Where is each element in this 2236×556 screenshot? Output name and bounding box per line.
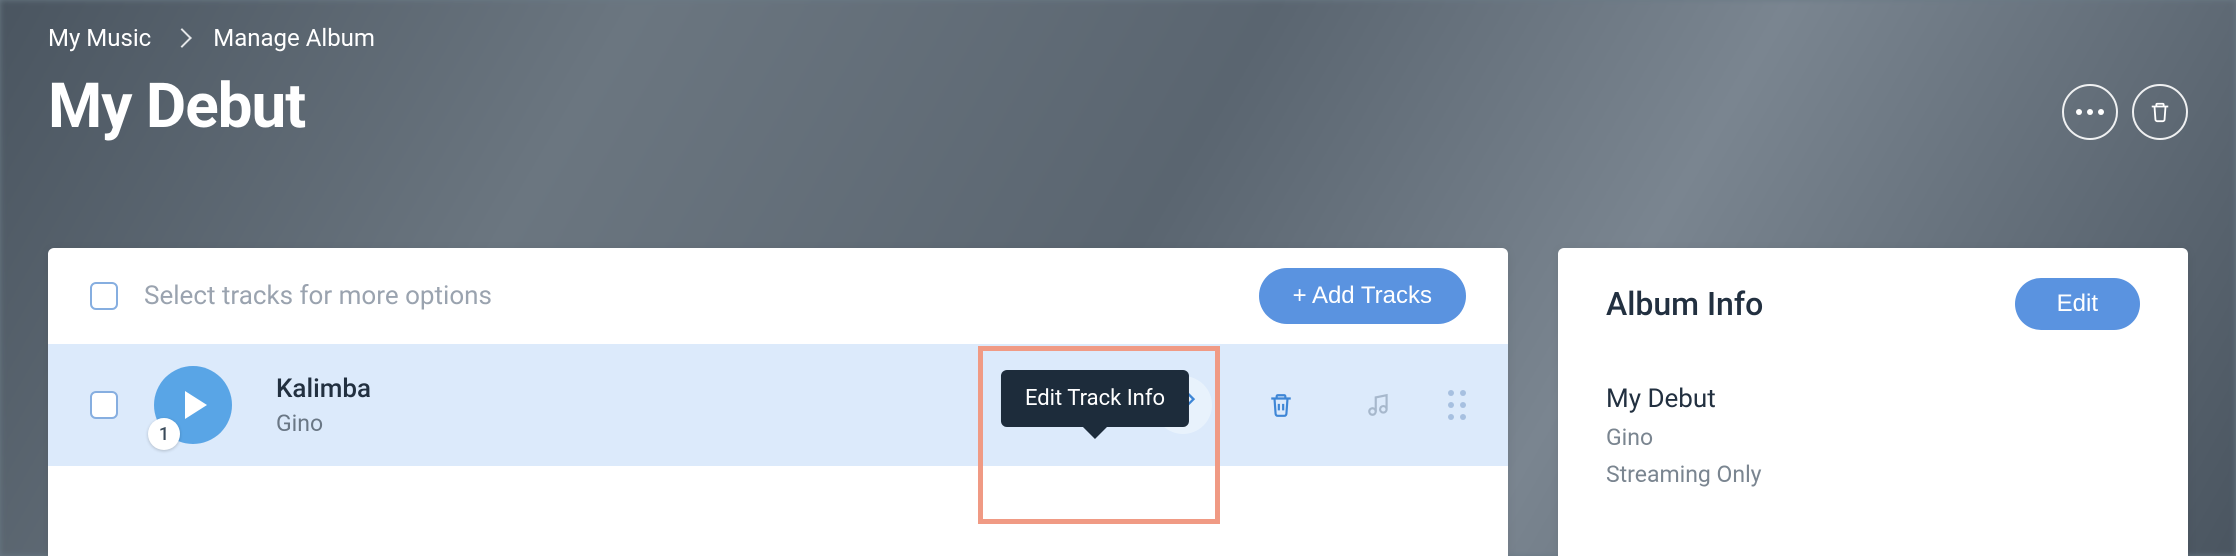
album-name: My Debut bbox=[1606, 384, 2140, 414]
play-wrap: 1 bbox=[154, 366, 232, 444]
select-hint-text: Select tracks for more options bbox=[144, 281, 1259, 311]
album-info-card: Album Info Edit My Debut Gino Streaming … bbox=[1558, 248, 2188, 556]
trash-icon bbox=[2149, 100, 2171, 124]
more-options-button[interactable] bbox=[2062, 84, 2118, 140]
breadcrumb: My Music Manage Album bbox=[48, 24, 2188, 52]
page-title: My Debut bbox=[48, 70, 2188, 143]
edit-album-button[interactable]: Edit bbox=[2015, 278, 2140, 330]
select-all-checkbox[interactable] bbox=[90, 282, 118, 310]
header-actions bbox=[2062, 84, 2188, 140]
chevron-right-icon bbox=[172, 28, 192, 48]
trash-icon bbox=[1268, 391, 1294, 419]
tracks-header: Select tracks for more options + Add Tra… bbox=[48, 248, 1508, 344]
album-artist: Gino bbox=[1606, 424, 2140, 451]
breadcrumb-current: Manage Album bbox=[213, 24, 375, 52]
track-row[interactable]: 1 Kalimba Gino bbox=[48, 344, 1508, 466]
music-note-icon bbox=[1350, 376, 1408, 434]
delete-album-button[interactable] bbox=[2132, 84, 2188, 140]
more-horizontal-icon bbox=[2076, 109, 2104, 115]
play-icon bbox=[185, 391, 207, 419]
album-info-heading: Album Info bbox=[1606, 285, 1763, 323]
album-info-header: Album Info Edit bbox=[1606, 278, 2140, 330]
delete-track-button[interactable] bbox=[1252, 376, 1310, 434]
tracks-card: Select tracks for more options + Add Tra… bbox=[48, 248, 1508, 556]
track-number-badge: 1 bbox=[148, 418, 180, 450]
breadcrumb-root-link[interactable]: My Music bbox=[48, 24, 151, 52]
page-header: My Music Manage Album My Debut bbox=[0, 0, 2236, 248]
drag-handle-icon[interactable] bbox=[1448, 390, 1466, 420]
track-checkbox[interactable] bbox=[90, 391, 118, 419]
track-row-actions bbox=[1154, 376, 1466, 434]
add-tracks-button[interactable]: + Add Tracks bbox=[1259, 268, 1466, 324]
album-license: Streaming Only bbox=[1606, 461, 2140, 488]
edit-track-tooltip: Edit Track Info bbox=[1001, 370, 1189, 427]
